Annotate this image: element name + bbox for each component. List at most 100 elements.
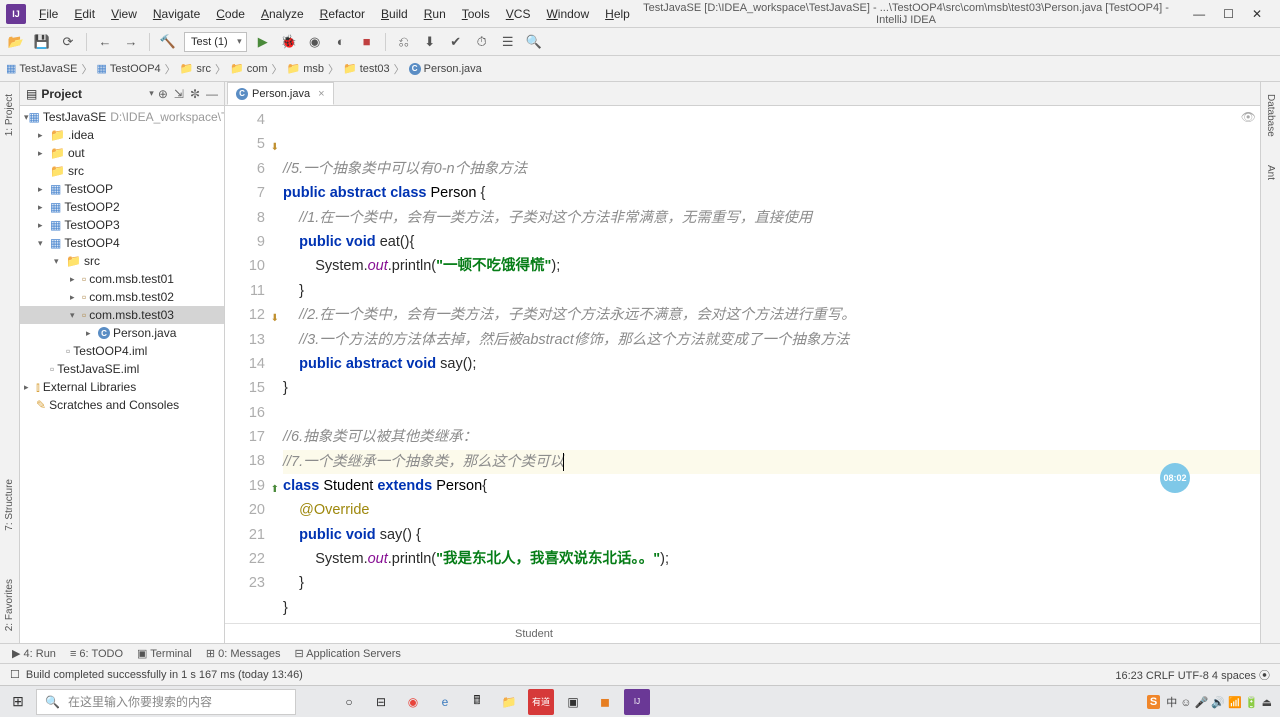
start-button[interactable]: ⊞	[0, 686, 36, 718]
run-icon[interactable]: ▶	[253, 32, 273, 52]
menu-vcs[interactable]: VCS	[499, 3, 538, 25]
refresh-icon[interactable]: ⟳	[58, 32, 78, 52]
bottom-tab[interactable]: ▶ 4: Run	[12, 647, 56, 660]
forward-icon[interactable]: →	[121, 32, 141, 52]
breadcrumb-testoop4[interactable]: ▦ TestOOP4	[97, 62, 161, 75]
save-icon[interactable]: 💾	[32, 32, 52, 52]
structure-tool-tab[interactable]: 7: Structure	[4, 475, 15, 535]
minimize-button[interactable]: —	[1193, 7, 1205, 21]
hide-icon[interactable]: —	[206, 87, 218, 101]
editor-tab-person[interactable]: C Person.java ×	[227, 82, 334, 105]
tree-item-testoop4[interactable]: ▾▦TestOOP4	[20, 234, 224, 252]
bottom-tab[interactable]: ⊟ Application Servers	[295, 647, 401, 660]
tree-item-testoop4-iml[interactable]: ▫TestOOP4.iml	[20, 342, 224, 360]
tree-item-out[interactable]: ▸📁out	[20, 144, 224, 162]
code-editor[interactable]: 👁 45⬇6789101112⬇13141516171819⬆20212223 …	[225, 106, 1260, 623]
project-tool-tab[interactable]: 1: Project	[4, 90, 15, 140]
intellij-taskbar-icon[interactable]: IJ	[624, 689, 650, 715]
windows-taskbar: ⊞ 🔍 在这里输入你要搜索的内容 ○ ⊟ ◉ e 🖩 📁 有道 ▣ ◼ IJ S…	[0, 685, 1280, 717]
taskbar-search[interactable]: 🔍 在这里输入你要搜索的内容	[36, 689, 296, 715]
run-config-dropdown[interactable]: Test (1)	[184, 32, 247, 52]
tree-item-src[interactable]: ▾📁src	[20, 252, 224, 270]
menu-run[interactable]: Run	[417, 3, 453, 25]
taskview-icon[interactable]: ⊟	[368, 689, 394, 715]
system-tray[interactable]: S 中 ☺ 🎤 🔊 📶 🔋 ⏏	[1147, 694, 1280, 710]
tree-item-external-libraries[interactable]: ▸⫾External Libraries	[20, 378, 224, 396]
bottom-tab[interactable]: ⊞ 0: Messages	[206, 647, 281, 660]
back-icon[interactable]: ←	[95, 32, 115, 52]
tree-item-testoop[interactable]: ▸▦TestOOP	[20, 180, 224, 198]
close-tab-icon[interactable]: ×	[318, 88, 324, 100]
ant-tool-tab[interactable]: Ant	[1265, 161, 1276, 184]
explorer-icon[interactable]: 📁	[496, 689, 522, 715]
search-everywhere-icon[interactable]: 🔍	[524, 32, 544, 52]
breadcrumb-test03[interactable]: 📁 test03	[343, 62, 390, 75]
bottom-tab[interactable]: ▣ Terminal	[137, 647, 192, 660]
project-tree[interactable]: ▾▦TestJavaSED:\IDEA_workspace\Tes▸📁.idea…	[20, 106, 224, 643]
menu-tools[interactable]: Tools	[455, 3, 497, 25]
history-icon[interactable]: ⏱	[472, 32, 492, 52]
menu-navigate[interactable]: Navigate	[146, 3, 207, 25]
close-button[interactable]: ✕	[1252, 7, 1262, 21]
project-panel: ▤ Project ▾ ⊕ ⇲ ✼ — ▾▦TestJavaSED:\IDEA_…	[20, 82, 225, 643]
edge-icon[interactable]: e	[432, 689, 458, 715]
menu-build[interactable]: Build	[374, 3, 415, 25]
vcs-icon[interactable]: ⎌	[394, 32, 414, 52]
project-structure-icon[interactable]: ☰	[498, 32, 518, 52]
main-toolbar: 📂 💾 ⟳ ← → 🔨 Test (1) ▶ 🐞 ◉ ◐ ■ ⎌ ⬇ ✔ ⏱ ☰…	[0, 28, 1280, 56]
app-icon-2[interactable]: ◼	[592, 689, 618, 715]
cortana-icon[interactable]: ○	[336, 689, 362, 715]
stop-icon[interactable]: ■	[357, 32, 377, 52]
breadcrumb-msb[interactable]: 📁 msb	[287, 62, 324, 75]
open-icon[interactable]: 📂	[6, 32, 26, 52]
breadcrumb-com[interactable]: 📁 com	[230, 62, 267, 75]
breadcrumb-person-java[interactable]: C Person.java	[409, 63, 482, 75]
menu-refactor[interactable]: Refactor	[313, 3, 372, 25]
favorites-tool-tab[interactable]: 2: Favorites	[4, 575, 15, 635]
expand-icon[interactable]: ⇲	[174, 87, 184, 101]
status-right[interactable]: 16:23 CRLF UTF-8 4 spaces ⦿	[1115, 667, 1270, 683]
bottom-tab[interactable]: ≡ 6: TODO	[70, 648, 123, 660]
settings-icon[interactable]: ✼	[190, 87, 200, 101]
menu-analyze[interactable]: Analyze	[254, 3, 311, 25]
tree-item-com-msb-test02[interactable]: ▸▫com.msb.test02	[20, 288, 224, 306]
app-icon-1[interactable]: ▣	[560, 689, 586, 715]
locate-icon[interactable]: ⊕	[158, 87, 168, 101]
update-icon[interactable]: ⬇	[420, 32, 440, 52]
editor-tab-label: Person.java	[252, 88, 310, 100]
editor-crumb-bar[interactable]: Student	[225, 623, 1260, 643]
breadcrumb-testjavase[interactable]: ▦ TestJavaSE	[6, 62, 78, 75]
menu-help[interactable]: Help	[598, 3, 637, 25]
coverage-icon[interactable]: ◉	[305, 32, 325, 52]
tree-item-src[interactable]: 📁src	[20, 162, 224, 180]
menu-view[interactable]: View	[104, 3, 144, 25]
window-title: TestJavaSE [D:\IDEA_workspace\TestJavaSE…	[637, 2, 1175, 26]
code-area[interactable]: //5.一个抽象类中可以有0-n个抽象方法public abstract cla…	[283, 106, 1260, 623]
tree-item--idea[interactable]: ▸📁.idea	[20, 126, 224, 144]
tree-item-person-java[interactable]: ▸CPerson.java	[20, 324, 224, 342]
breadcrumb-src[interactable]: 📁 src	[180, 62, 211, 75]
project-view-selector[interactable]: ▤	[26, 87, 37, 101]
menu-window[interactable]: Window	[539, 3, 596, 25]
calculator-icon[interactable]: 🖩	[464, 689, 490, 715]
build-icon[interactable]: 🔨	[158, 32, 178, 52]
maximize-button[interactable]: ☐	[1223, 7, 1234, 21]
bottom-tool-tabs: ▶ 4: Run ≡ 6: TODO ▣ Terminal ⊞ 0: Messages…	[0, 643, 1280, 663]
chrome-icon[interactable]: ◉	[400, 689, 426, 715]
tree-item-testjavase-iml[interactable]: ▫TestJavaSE.iml	[20, 360, 224, 378]
status-icon[interactable]: ☐	[10, 668, 20, 681]
youdao-icon[interactable]: 有道	[528, 689, 554, 715]
tree-item-testoop2[interactable]: ▸▦TestOOP2	[20, 198, 224, 216]
tree-item-testoop3[interactable]: ▸▦TestOOP3	[20, 216, 224, 234]
menu-code[interactable]: Code	[209, 3, 252, 25]
tree-item-com-msb-test01[interactable]: ▸▫com.msb.test01	[20, 270, 224, 288]
database-tool-tab[interactable]: Database	[1265, 90, 1276, 141]
tree-item-scratches-and-consoles[interactable]: ✎Scratches and Consoles	[20, 396, 224, 414]
menu-edit[interactable]: Edit	[67, 3, 102, 25]
menu-file[interactable]: File	[32, 3, 65, 25]
tree-item-testjavase[interactable]: ▾▦TestJavaSED:\IDEA_workspace\Tes	[20, 108, 224, 126]
debug-icon[interactable]: 🐞	[279, 32, 299, 52]
commit-icon[interactable]: ✔	[446, 32, 466, 52]
tree-item-com-msb-test03[interactable]: ▾▫com.msb.test03	[20, 306, 224, 324]
profile-icon[interactable]: ◐	[331, 32, 351, 52]
